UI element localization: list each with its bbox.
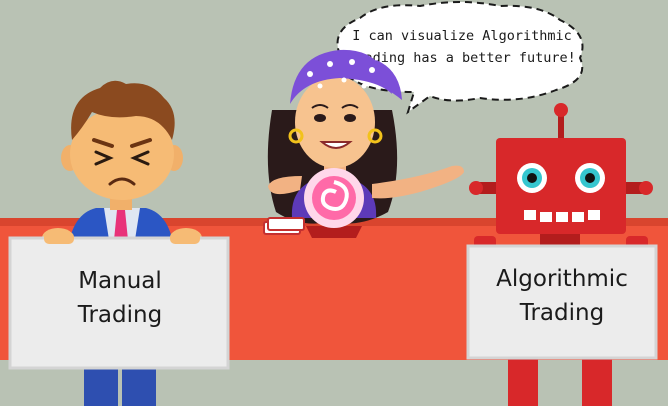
crystal-ball <box>304 168 364 238</box>
tarot-cards <box>263 217 305 235</box>
manual-sign-line2: Trading <box>77 302 162 328</box>
algorithmic-sign-line1: Algorithmic <box>496 266 628 292</box>
algorithmic-sign-line2: Trading <box>519 300 604 326</box>
illustration-scene: I can visualize Algorithmic Trading has … <box>0 0 668 406</box>
algorithmic-trading-sign: Algorithmic Trading <box>466 244 658 360</box>
manual-sign-line1: Manual <box>78 268 162 294</box>
manual-trading-sign: Manual Trading <box>8 236 230 370</box>
speech-bubble-line1: I can visualize Algorithmic <box>352 28 571 44</box>
